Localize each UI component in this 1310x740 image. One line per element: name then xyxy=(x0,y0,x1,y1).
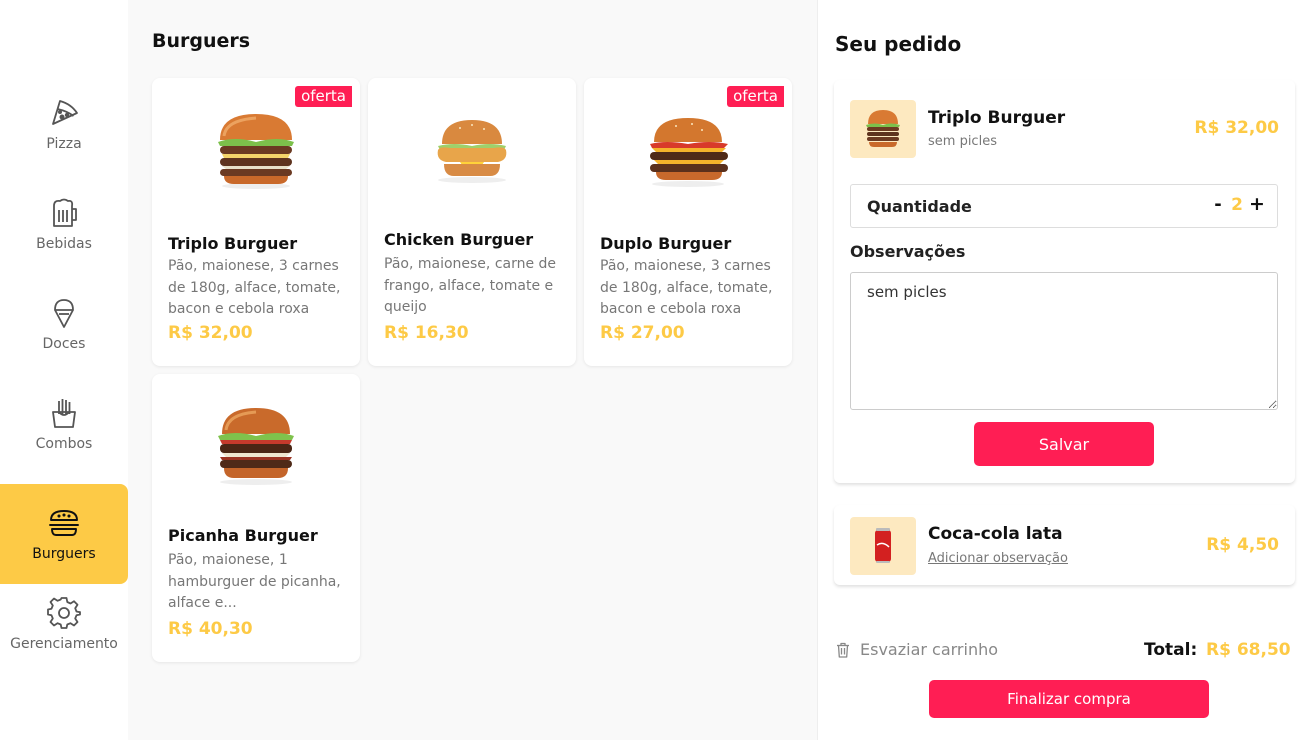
sidebar-item-pizza[interactable]: Pizza xyxy=(0,74,128,174)
order-item-price: R$ 4,50 xyxy=(1206,535,1279,555)
product-price: R$ 32,00 xyxy=(168,323,253,343)
observations-field[interactable]: sem picles xyxy=(850,272,1278,410)
sidebar-item-label: Doces xyxy=(42,336,86,352)
total-label: Total: xyxy=(1144,640,1198,660)
offer-badge: oferta xyxy=(727,86,784,107)
sidebar-item-label: Gerenciamento xyxy=(10,636,118,652)
sidebar: Pizza Bebidas Doces Combos Burguers Gere… xyxy=(0,0,128,740)
product-price: R$ 40,30 xyxy=(168,619,253,639)
order-item-price: R$ 32,00 xyxy=(1194,118,1279,138)
quantity-decrease-button[interactable]: - xyxy=(1211,194,1225,215)
chicken-burguer-image xyxy=(437,120,507,183)
gear-icon xyxy=(47,597,81,629)
product-name: Chicken Burguer xyxy=(384,230,534,249)
product-description: Pão, maionese, 3 carnes de 180g, alface,… xyxy=(600,258,773,317)
quantity-increase-button[interactable]: + xyxy=(1249,193,1265,215)
product-price: R$ 16,30 xyxy=(384,323,469,343)
finish-purchase-button[interactable]: Finalizar compra xyxy=(929,680,1209,718)
burger-icon xyxy=(49,510,79,536)
product-price: R$ 27,00 xyxy=(600,323,685,343)
save-button[interactable]: Salvar xyxy=(974,422,1154,466)
order-item-thumbnail xyxy=(850,100,916,158)
quantity-value: 2 xyxy=(1231,195,1243,215)
product-name: Picanha Burguer xyxy=(168,526,318,545)
order-item-note: sem picles xyxy=(928,134,997,149)
coca-cola-can-image xyxy=(875,528,891,563)
sidebar-item-label: Combos xyxy=(35,436,93,452)
triplo-burguer-thumb-image xyxy=(866,110,900,147)
empty-cart-label: Esvaziar carrinho xyxy=(860,640,999,659)
product-card-triplo-burguer[interactable]: oferta Triplo Burguer Pão, maionese, 3 c… xyxy=(152,78,360,366)
ice-cream-icon xyxy=(54,299,74,328)
total-value: R$ 68,50 xyxy=(1206,640,1291,660)
picanha-burguer-image xyxy=(218,408,294,485)
triplo-burguer-image xyxy=(218,114,294,189)
order-title: Seu pedido xyxy=(835,32,962,56)
product-card-picanha-burguer[interactable]: Picanha Burguer Pão, maionese, 1 hamburg… xyxy=(152,374,360,662)
sidebar-item-doces[interactable]: Doces xyxy=(0,274,128,374)
beer-mug-icon xyxy=(53,198,77,227)
sidebar-item-burguers[interactable]: Burguers xyxy=(0,484,128,584)
product-card-duplo-burguer[interactable]: oferta Duplo Burguer Pão, maionese, 3 ca… xyxy=(584,78,792,366)
observations-label: Observações xyxy=(850,242,966,261)
product-description: Pão, maionese, 3 carnes de 180g, alface,… xyxy=(168,258,341,317)
sidebar-item-gerenciamento[interactable]: Gerenciamento xyxy=(0,574,128,674)
product-card-chicken-burguer[interactable]: Chicken Burguer Pão, maionese, carne de … xyxy=(368,78,576,366)
pizza-icon xyxy=(52,100,78,125)
duplo-burguer-image xyxy=(650,118,728,187)
order-panel: Seu pedido Triplo Burguer sem picles R$ … xyxy=(817,0,1310,740)
order-item-thumbnail xyxy=(850,517,916,575)
add-observation-link[interactable]: Adicionar observação xyxy=(928,551,1068,566)
fries-icon xyxy=(52,399,76,428)
product-description: Pão, maionese, carne de frango, alface, … xyxy=(384,256,557,315)
sidebar-item-bebidas[interactable]: Bebidas xyxy=(0,174,128,274)
order-item-name: Triplo Burguer xyxy=(928,108,1066,128)
sidebar-item-label: Pizza xyxy=(46,136,82,152)
order-item-collapsed: Coca-cola lata Adicionar observação R$ 4… xyxy=(834,505,1295,585)
order-item-expanded: Triplo Burguer sem picles R$ 32,00 Quant… xyxy=(834,80,1295,483)
quantity-label: Quantidade xyxy=(867,197,972,216)
sidebar-item-label: Burguers xyxy=(32,546,96,562)
product-name: Triplo Burguer xyxy=(168,234,298,253)
product-description: Pão, maionese, 1 hamburguer de picanha, … xyxy=(168,552,341,611)
sidebar-item-label: Bebidas xyxy=(36,236,92,252)
empty-cart-button[interactable]: Esvaziar carrinho xyxy=(836,640,998,659)
offer-badge: oferta xyxy=(295,86,352,107)
trash-icon xyxy=(837,642,849,658)
order-item-name: Coca-cola lata xyxy=(928,524,1063,544)
sidebar-item-combos[interactable]: Combos xyxy=(0,374,128,474)
product-name: Duplo Burguer xyxy=(600,234,732,253)
quantity-stepper: Quantidade - 2 + xyxy=(850,184,1278,228)
page-title: Burguers xyxy=(152,30,251,52)
